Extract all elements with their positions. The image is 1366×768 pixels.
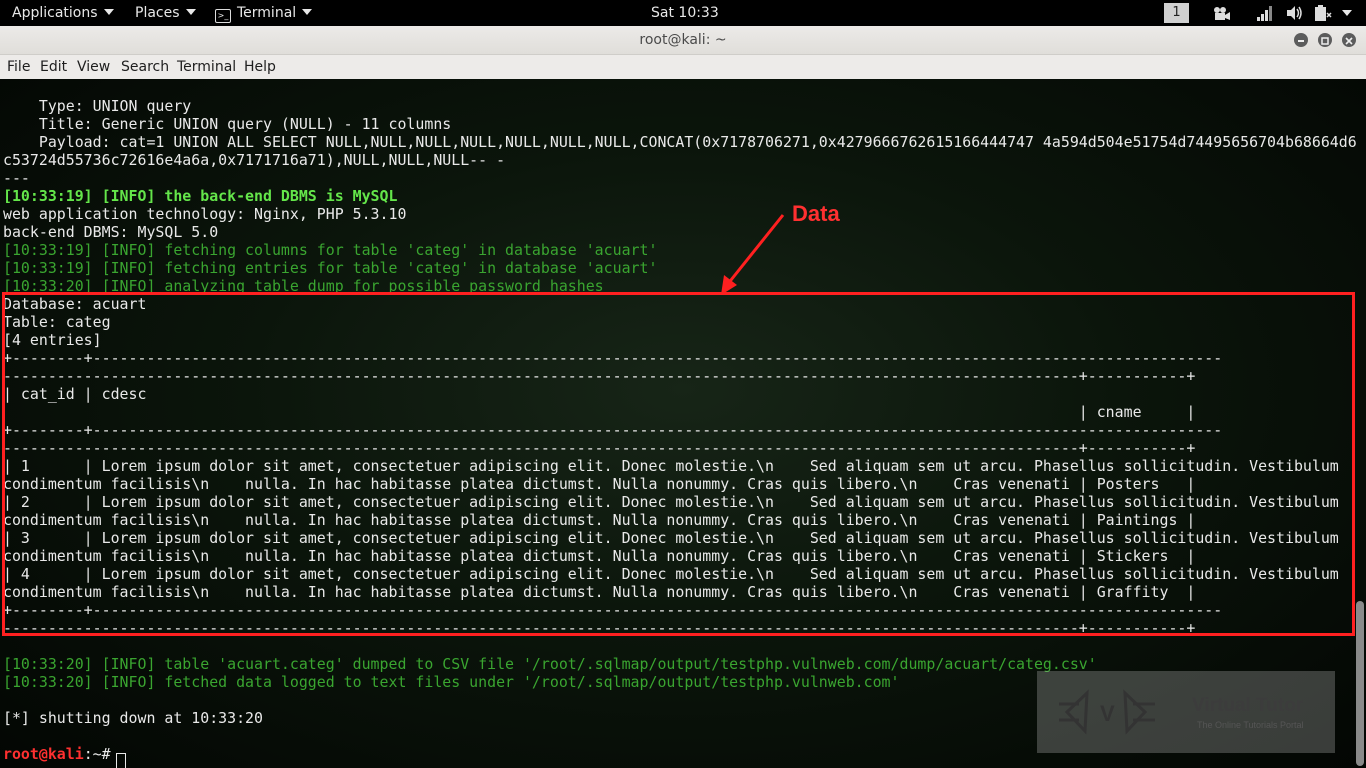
workspace-indicator[interactable]: 1 (1164, 3, 1189, 23)
menu-view[interactable]: View (77, 55, 110, 79)
minimize-icon (1298, 40, 1304, 42)
system-menu-chevron-icon[interactable] (1342, 10, 1352, 16)
shell-prompt: root@kali:~# (3, 745, 120, 763)
menu-bar: File Edit View Search Terminal Help (0, 55, 1366, 79)
menu-search[interactable]: Search (121, 55, 169, 79)
terminal-line: [10:33:19] [INFO] the back-end DBMS is M… (3, 187, 398, 205)
window-title: root@kali: ~ (639, 32, 727, 48)
terminal-line: --- (3, 169, 30, 187)
top-panel: Applications Places >_ Terminal Sat 10:33… (0, 0, 1366, 26)
terminal-line: [*] shutting down at 10:33:20 (3, 709, 263, 727)
scrollbar-thumb[interactable] (1356, 601, 1364, 766)
terminal-line: Title: Generic UNION query (NULL) - 11 c… (3, 115, 452, 133)
volume-icon[interactable] (1285, 4, 1303, 22)
terminal-scrollbar[interactable] (1356, 79, 1364, 768)
wifi-signal-icon[interactable] (1256, 4, 1274, 22)
virtual-tutor-logo-icon: V (1059, 689, 1155, 735)
places-label: Places (135, 5, 180, 21)
annotation-arrow-icon (721, 214, 785, 295)
terminal-output[interactable]: Type: UNION query Title: Generic UNION q… (0, 79, 1366, 768)
maximize-button[interactable] (1318, 33, 1332, 47)
battery-icon[interactable] (1313, 4, 1333, 22)
window-titlebar[interactable]: root@kali: ~ (0, 26, 1366, 55)
menu-help[interactable]: Help (244, 55, 276, 79)
terminal-line: Type: UNION query (3, 97, 192, 115)
clock[interactable]: Sat 10:33 (651, 0, 719, 26)
chevron-down-icon (302, 9, 313, 15)
menu-edit[interactable]: Edit (40, 55, 67, 79)
terminal-icon: >_ (215, 9, 231, 23)
terminal-line: c53724d55736c72616e4a6a,0x7171716a71),NU… (3, 151, 506, 169)
menu-file[interactable]: File (7, 55, 30, 79)
menu-terminal[interactable]: Terminal (177, 55, 236, 79)
logo-letter: V (1100, 701, 1115, 726)
close-icon (1345, 37, 1353, 45)
watermark: V Virtual Tutor The Online Tutorials Por… (1037, 671, 1335, 753)
prompt-user: root@kali (3, 745, 84, 763)
annotation-label: Data (792, 201, 840, 226)
video-camera-icon[interactable] (1212, 4, 1232, 22)
close-button[interactable] (1342, 33, 1356, 47)
terminal-line: web application technology: Nginx, PHP 5… (3, 205, 407, 223)
chevron-down-icon (103, 9, 114, 15)
watermark-subtitle: The Online Tutorials Portal (1197, 720, 1304, 730)
prompt-path: :~# (83, 745, 120, 763)
terminal-app-label: Terminal (237, 5, 297, 21)
terminal-line: [10:33:20] [INFO] fetched data logged to… (3, 673, 900, 691)
places-menu[interactable]: Places (135, 0, 196, 26)
applications-menu[interactable]: Applications (12, 0, 114, 26)
data-highlight-box (2, 292, 1355, 636)
minimize-button[interactable] (1294, 33, 1308, 47)
chevron-down-icon (185, 9, 196, 15)
terminal-app-menu[interactable]: >_ Terminal (215, 0, 313, 26)
maximize-icon (1321, 37, 1329, 45)
terminal-line: back-end DBMS: MySQL 5.0 (3, 223, 219, 241)
terminal-line: Payload: cat=1 UNION ALL SELECT NULL,NUL… (3, 133, 1357, 151)
watermark-title: Virtual Tutor (1192, 695, 1304, 716)
terminal-line: [10:33:20] [INFO] table 'acuart.categ' d… (3, 655, 1097, 673)
applications-label: Applications (12, 5, 98, 21)
text-cursor (116, 753, 126, 768)
terminal-line: [10:33:19] [INFO] fetching entries for t… (3, 259, 658, 277)
terminal-line: [10:33:19] [INFO] fetching columns for t… (3, 241, 658, 259)
